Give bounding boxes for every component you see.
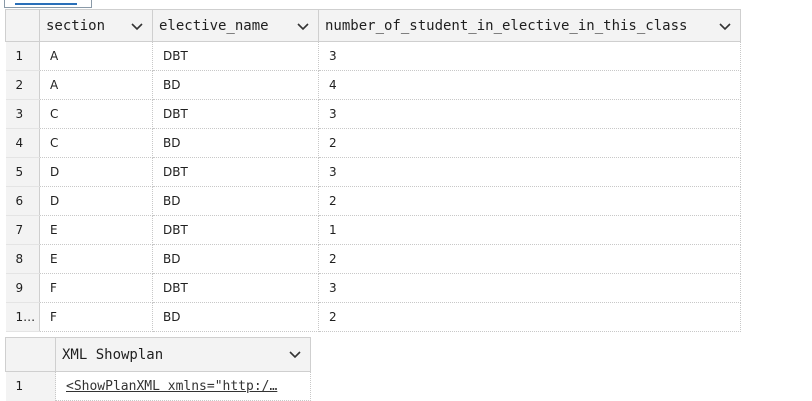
table-row[interactable]: 3 C DBT 3 [5, 99, 741, 129]
header-row: section elective_name number_of_student_… [5, 9, 741, 42]
row-number: 3 [5, 99, 40, 129]
cell-student-count[interactable]: 2 [318, 244, 741, 274]
table-row[interactable]: 4 C BD 2 [5, 128, 741, 158]
cell-section[interactable]: C [39, 99, 153, 129]
header-row: XML Showplan [5, 337, 311, 372]
row-number: 7 [5, 215, 40, 245]
cell-section[interactable]: A [39, 41, 153, 71]
cell-elective-name[interactable]: DBT [152, 41, 319, 71]
column-header-xml-showplan[interactable]: XML Showplan [55, 337, 311, 372]
column-header-label: number_of_student_in_elective_in_this_cl… [325, 17, 688, 34]
cell-student-count[interactable]: 3 [318, 157, 741, 187]
column-header-student-count[interactable]: number_of_student_in_elective_in_this_cl… [318, 9, 741, 42]
table-row[interactable]: 2 A BD 4 [5, 70, 741, 100]
row-number: 9 [5, 273, 40, 303]
row-number: 1… [5, 302, 40, 332]
column-header-label: section [46, 17, 106, 34]
cell-student-count[interactable]: 1 [318, 215, 741, 245]
chevron-down-icon[interactable] [718, 19, 732, 33]
chevron-down-icon[interactable] [296, 19, 310, 33]
row-number: 8 [5, 244, 40, 274]
table-row[interactable]: 9 F DBT 3 [5, 273, 741, 303]
cell-student-count[interactable]: 2 [318, 128, 741, 158]
cell-student-count[interactable]: 4 [318, 70, 741, 100]
chevron-down-icon[interactable] [288, 347, 302, 361]
row-number: 4 [5, 128, 40, 158]
table-row[interactable]: 7 E DBT 1 [5, 215, 741, 245]
row-number: 1 [5, 371, 56, 401]
cell-student-count[interactable]: 3 [318, 99, 741, 129]
row-number: 6 [5, 186, 40, 216]
cell-section[interactable]: C [39, 128, 153, 158]
chevron-down-icon[interactable] [130, 19, 144, 33]
cell-section[interactable]: E [39, 244, 153, 274]
table-row[interactable]: 1 A DBT 3 [5, 41, 741, 71]
cell-elective-name[interactable]: DBT [152, 157, 319, 187]
cell-section[interactable]: D [39, 157, 153, 187]
cell-elective-name[interactable]: DBT [152, 99, 319, 129]
table-row[interactable]: 1 <ShowPlanXML xmlns="http:/… [5, 371, 311, 401]
row-number-header [5, 9, 40, 42]
cell-elective-name[interactable]: DBT [152, 215, 319, 245]
cell-elective-name[interactable]: DBT [152, 273, 319, 303]
row-number-header [5, 337, 56, 372]
cell-student-count[interactable]: 2 [318, 302, 741, 332]
xml-showplan-link[interactable]: <ShowPlanXML xmlns="http:/… [56, 379, 310, 394]
table-row[interactable]: 6 D BD 2 [5, 186, 741, 216]
cell-section[interactable]: F [39, 302, 153, 332]
row-number: 5 [5, 157, 40, 187]
results-tab[interactable] [4, 0, 92, 8]
column-header-label: elective_name [159, 17, 269, 34]
column-header-section[interactable]: section [39, 9, 153, 42]
column-header-elective-name[interactable]: elective_name [152, 9, 319, 42]
table-row[interactable]: 5 D DBT 3 [5, 157, 741, 187]
cell-elective-name[interactable]: BD [152, 70, 319, 100]
cell-section[interactable]: E [39, 215, 153, 245]
cell-elective-name[interactable]: BD [152, 244, 319, 274]
results-grid: section elective_name number_of_student_… [5, 9, 741, 332]
showplan-grid: XML Showplan 1 <ShowPlanXML xmlns="http:… [5, 337, 311, 401]
cell-student-count[interactable]: 3 [318, 273, 741, 303]
cell-elective-name[interactable]: BD [152, 186, 319, 216]
table-row[interactable]: 8 E BD 2 [5, 244, 741, 274]
cell-elective-name[interactable]: BD [152, 302, 319, 332]
column-header-label: XML Showplan [62, 346, 164, 363]
cell-elective-name[interactable]: BD [152, 128, 319, 158]
cell-section[interactable]: D [39, 186, 153, 216]
cell-section[interactable]: F [39, 273, 153, 303]
row-number: 2 [5, 70, 40, 100]
table-row[interactable]: 1… F BD 2 [5, 302, 741, 332]
row-number: 1 [5, 41, 40, 71]
cell-student-count[interactable]: 3 [318, 41, 741, 71]
cell-xml-showplan[interactable]: <ShowPlanXML xmlns="http:/… [55, 371, 311, 401]
cell-section[interactable]: A [39, 70, 153, 100]
cell-student-count[interactable]: 2 [318, 186, 741, 216]
